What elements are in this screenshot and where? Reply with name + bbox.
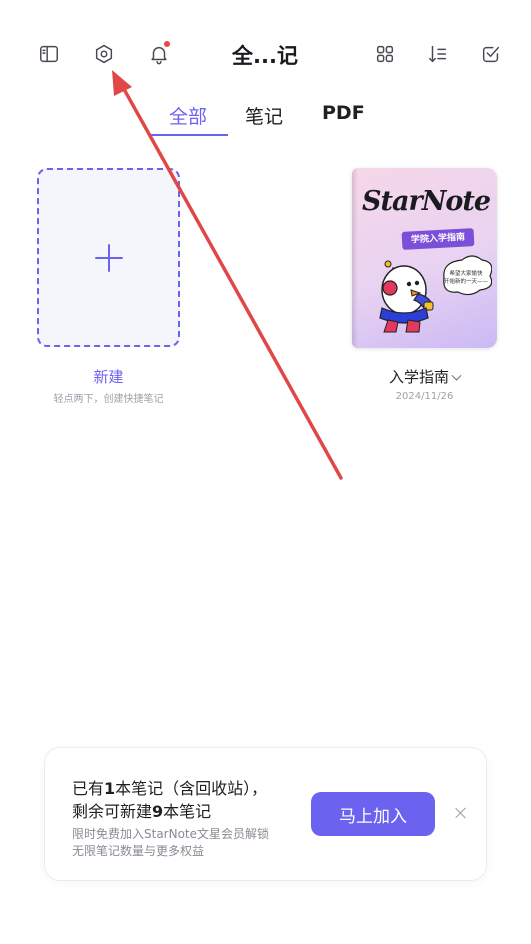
note-card-cover[interactable]: StarNote 学院入学指南 希望大家愉快 开始新的一天—— [352,168,497,348]
tab-pdf[interactable]: PDF [322,102,365,124]
upgrade-promo-card: 已有1本笔记（含回收站）， 剩余可新建9本笔记 限时免费加入StarNote文星… [44,747,487,881]
promo-line-1-suffix: 本笔记（含回收站）， [115,779,268,798]
note-title-row[interactable]: 入学指南 [352,366,497,387]
top-bar: 全...记 [0,0,531,100]
promo-remaining-count: 9 [152,802,164,821]
bubble-line-1: 希望大家愉快 [449,269,483,277]
sidebar-toggle-button[interactable] [35,40,63,68]
promo-line-2: 剩余可新建9本笔记 [72,798,211,822]
active-tab-underline [150,134,228,136]
promo-sub-1: 限时免费加入StarNote文星会员解锁 [72,827,270,841]
close-icon[interactable] [451,803,471,823]
cover-banner: 学院入学指南 [401,228,475,250]
note-date: 2024/11/26 [395,391,454,402]
cover-brand: StarNote [362,186,491,217]
notifications-button[interactable] [145,40,173,68]
note-title: 入学指南 [388,368,449,386]
sort-icon [429,45,447,63]
promo-line-1: 已有1本笔记（含回收站）， [72,775,267,799]
plus-icon [94,243,124,273]
sort-button[interactable] [424,40,452,68]
sidebar-icon [40,45,58,63]
promo-line-2-prefix: 剩余可新建 [72,802,153,821]
select-button[interactable] [477,40,505,68]
grid-view-icon [376,45,394,63]
tab-notes[interactable]: 笔记 [245,102,283,129]
chevron-down-icon[interactable] [451,370,462,381]
settings-button[interactable] [90,40,118,68]
page-title: 全...记 [232,44,298,68]
new-note-card[interactable] [37,168,180,347]
promo-line-1-prefix: 已有 [72,779,105,798]
notebook-spine [352,168,358,348]
tab-all[interactable]: 全部 [169,102,207,129]
promo-line-2-suffix: 本笔记 [163,802,212,821]
select-check-icon [482,46,500,63]
join-now-button[interactable]: 马上加入 [311,792,435,836]
grid-view-button[interactable] [371,40,399,68]
mascot-illustration: 希望大家愉快 开始新的一天—— [379,255,492,333]
promo-note-count: 1 [104,779,116,798]
promo-sub-2: 无限笔记数量与更多权益 [72,844,205,858]
bubble-line-2: 开始新的一天—— [444,277,489,285]
notification-dot [164,41,170,47]
new-note-label: 新建 [93,368,124,386]
settings-icon [95,44,113,64]
new-note-hint: 轻点两下，创建快捷笔记 [53,394,164,405]
